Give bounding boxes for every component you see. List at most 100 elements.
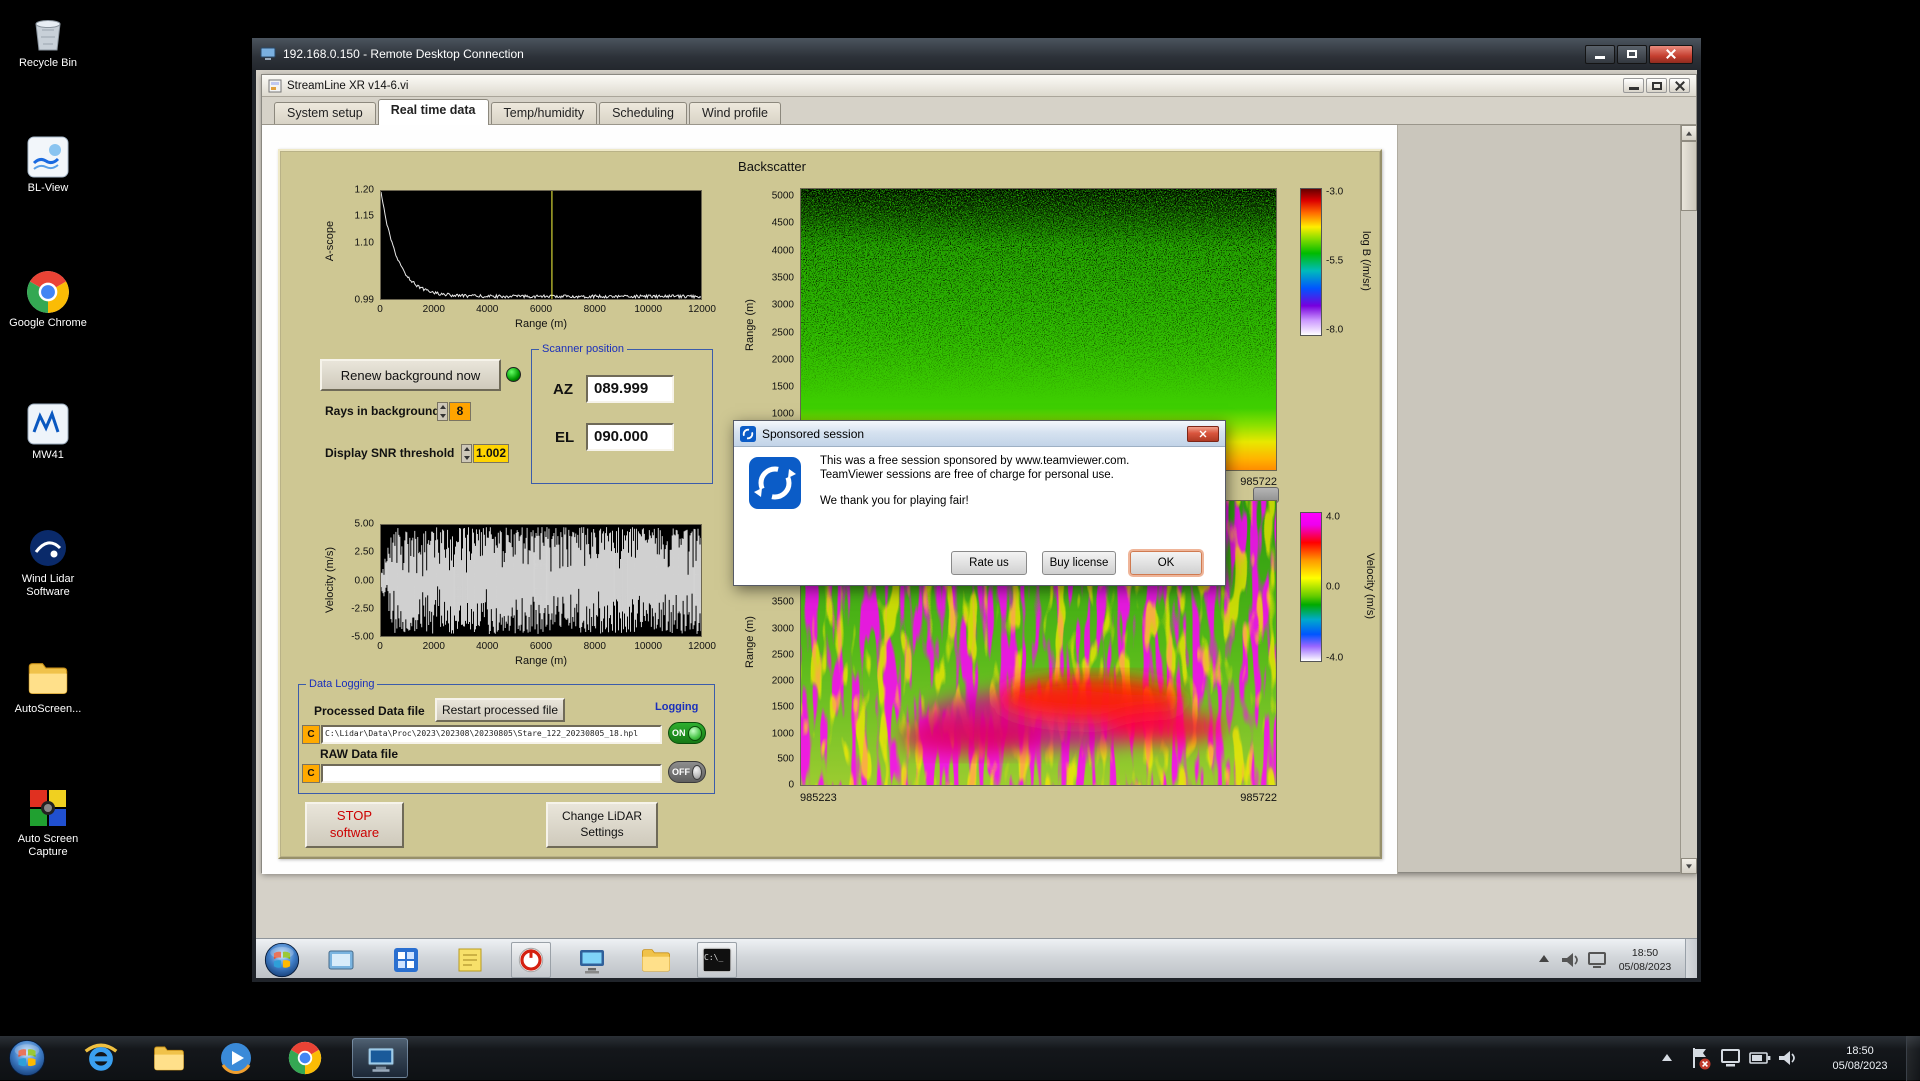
desktop-icon-label: Google Chrome (9, 317, 87, 329)
axis-tick: 2000 (771, 354, 794, 366)
host-clock[interactable]: 18:50 05/08/2023 (1818, 1044, 1902, 1075)
action-center-icon[interactable] (1688, 1045, 1714, 1071)
app-minimize-button[interactable] (1623, 78, 1644, 93)
remote-start-button[interactable] (264, 942, 300, 978)
dialog-close-button[interactable] (1187, 425, 1219, 442)
vertical-scrollbar[interactable] (1680, 125, 1697, 874)
tab-scheduling[interactable]: Scheduling (599, 102, 687, 124)
tray-expand-icon[interactable] (1662, 1054, 1672, 1061)
ascope-plot[interactable] (380, 190, 702, 300)
chrome-taskbar-icon[interactable] (288, 1041, 322, 1075)
scrollbar-thumb[interactable] (1681, 141, 1697, 211)
axis-tick: 0 (788, 779, 794, 791)
axis-tick: 1500 (771, 701, 794, 713)
change-lidar-settings-button[interactable]: Change LiDAR Settings (546, 802, 658, 848)
snr-threshold-label: Display SNR threshold (325, 446, 455, 460)
rdp-close-button[interactable] (1649, 44, 1693, 64)
remote-show-desktop-button[interactable] (1685, 939, 1697, 978)
restart-processed-file-button[interactable]: Restart processed file (435, 698, 565, 722)
desktop-icon-wind-lidar[interactable]: Wind Lidar Software (0, 526, 96, 598)
backscatter-section-title: Backscatter (738, 159, 806, 174)
desktop-icon-recycle-bin[interactable]: Recycle Bin (0, 10, 96, 70)
dialog-text-line3: We thank you for playing fair! (820, 495, 969, 507)
remote-volume-icon[interactable] (1559, 948, 1583, 972)
tab-real-time-data[interactable]: Real time data (377, 99, 489, 125)
axis-tick: 1500 (771, 381, 794, 393)
rays-spinner[interactable] (437, 402, 448, 421)
remote-tray-expand-icon[interactable] (1539, 955, 1549, 962)
chrome-icon (26, 270, 70, 314)
scroll-up-icon[interactable] (1681, 125, 1697, 141)
remote-time: 18:50 (1631, 947, 1659, 959)
tab-temp-humidity[interactable]: Temp/humidity (490, 102, 598, 124)
velocity-x-ticks: 0 2000 4000 6000 8000 10000 12000 (377, 641, 716, 653)
teamviewer-logo (749, 457, 801, 509)
processed-logging-toggle[interactable]: ON (668, 722, 706, 744)
dialog-body: This was a free session sponsored by www… (734, 447, 1225, 585)
rdp-titlebar[interactable]: 192.168.0.150 - Remote Desktop Connectio… (252, 38, 1701, 70)
battery-icon[interactable] (1747, 1045, 1773, 1071)
scanner-position-label: Scanner position (539, 343, 627, 355)
tab-wind-profile[interactable]: Wind profile (688, 102, 781, 124)
az-value[interactable]: 089.999 (586, 375, 674, 403)
dialog-titlebar[interactable]: Sponsored session (734, 421, 1225, 447)
remote-clock[interactable]: 18:50 05/08/2023 (1610, 946, 1680, 974)
tab-system-setup[interactable]: System setup (274, 102, 376, 124)
remote-taskbar-power-button[interactable] (511, 942, 551, 978)
remote-network-icon[interactable] (1585, 948, 1609, 972)
remote-taskbar-app-icon[interactable] (390, 944, 422, 976)
processed-drive-box[interactable]: C (302, 725, 320, 744)
axis-tick: 6000 (529, 641, 553, 652)
wmp-icon[interactable] (219, 1041, 253, 1075)
explorer-icon[interactable] (152, 1041, 186, 1075)
renew-background-button[interactable]: Renew background now (320, 359, 501, 391)
processed-path-field[interactable]: C:\Lidar\Data\Proc\2023\202308\20230805\… (321, 725, 662, 744)
desktop-icon-mw41[interactable]: MW41 (0, 402, 96, 462)
data-logging-label: Data Logging (306, 678, 378, 690)
desktop-icon-autoscreen[interactable]: AutoScreen... (0, 656, 96, 716)
toggle-knob-icon (687, 725, 702, 741)
velocity-colorbar-ticks: 4.0 0.0 -4.0 (1326, 511, 1362, 663)
remote-desktop: StreamLine XR v14-6.vi System setup Real… (256, 70, 1697, 978)
remote-taskbar-capture-icon[interactable] (576, 944, 608, 976)
snr-value[interactable]: 1.002 (473, 444, 509, 463)
remote-taskbar-cmd-icon[interactable]: C:\_ (697, 942, 737, 978)
axis-tick: 0.0 (1326, 581, 1340, 593)
desktop-icon-bl-view[interactable]: BL-View (0, 135, 96, 195)
az-label: AZ (553, 381, 573, 398)
el-value[interactable]: 090.000 (586, 423, 674, 451)
remote-taskbar: C:\_ 18:50 05/08/2023 (256, 938, 1697, 978)
ok-button[interactable]: OK (1130, 551, 1202, 575)
rdp-restore-button[interactable] (1617, 44, 1647, 64)
snr-spinner[interactable] (461, 444, 472, 463)
ie-icon[interactable] (84, 1041, 118, 1075)
scroll-down-icon[interactable] (1681, 858, 1697, 874)
desktop-icon-google-chrome[interactable]: Google Chrome (0, 270, 96, 330)
app-maximize-button[interactable] (1646, 78, 1667, 93)
velocity-plot[interactable] (380, 524, 702, 637)
app-titlebar[interactable]: StreamLine XR v14-6.vi (262, 75, 1696, 97)
raw-logging-toggle[interactable]: OFF (668, 761, 706, 783)
show-desktop-button[interactable] (1906, 1036, 1920, 1081)
raw-path-field[interactable] (321, 764, 662, 783)
volume-icon[interactable] (1775, 1045, 1801, 1071)
scanner-position-group (531, 349, 713, 484)
recycle-bin-icon (26, 10, 70, 54)
network-icon[interactable] (1718, 1045, 1744, 1071)
rdp-minimize-button[interactable] (1585, 44, 1615, 64)
rate-us-button[interactable]: Rate us (951, 551, 1027, 575)
dialog-text-line2: TeamViewer sessions are free of charge f… (820, 469, 1114, 481)
buy-license-button[interactable]: Buy license (1042, 551, 1116, 575)
remote-taskbar-folder-icon[interactable] (640, 944, 672, 976)
rdp-taskbar-button[interactable] (352, 1038, 408, 1078)
remote-taskbar-window-icon[interactable] (325, 944, 357, 976)
stop-software-button[interactable]: STOP software (305, 802, 404, 848)
autoscreen-folder-icon (26, 656, 70, 700)
raw-drive-box[interactable]: C (302, 764, 320, 783)
start-button[interactable] (8, 1039, 46, 1077)
rays-value[interactable]: 8 (449, 402, 471, 421)
app-close-button[interactable] (1669, 78, 1690, 93)
remote-taskbar-notes-icon[interactable] (454, 944, 486, 976)
desktop-icon-auto-screen-capture[interactable]: Auto Screen Capture (0, 786, 96, 858)
axis-tick: 12000 (688, 304, 716, 315)
